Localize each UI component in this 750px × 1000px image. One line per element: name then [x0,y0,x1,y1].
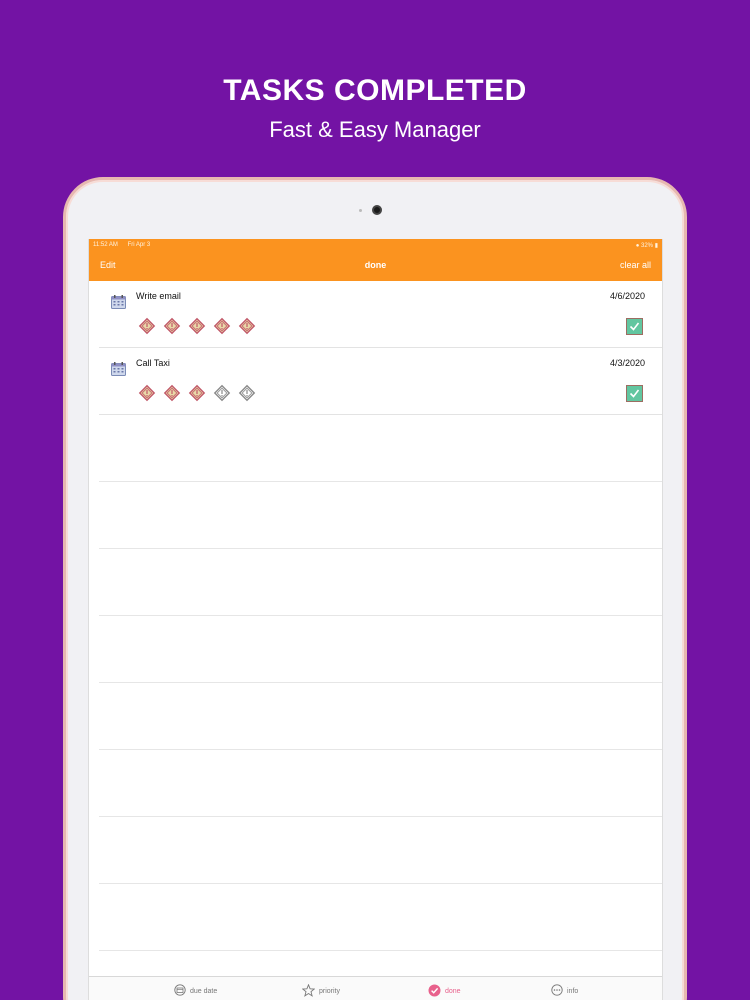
status-bar: 11:52 AM Fri Apr 3 ● 32% ▮ [93,242,658,252]
priority-diamond-filled-icon[interactable] [188,384,206,402]
task-list: Write email 4/6/2020 Call Taxi 4/3/2020 [89,281,662,415]
tab-label: info [567,987,579,995]
tab-label: due date [190,987,218,995]
task-title: Write email [136,291,181,301]
check-badge-icon [428,984,441,999]
empty-row [99,750,662,817]
sensor-dot [359,209,362,212]
tab-info[interactable]: info [551,984,578,998]
wifi-icon: ● [635,243,640,249]
tab-priority[interactable]: priority [301,983,341,999]
calendar-icon [111,295,126,309]
empty-row [99,616,662,683]
camera [372,205,382,215]
done-checkbox[interactable] [626,385,643,402]
status-time: 11:52 AM [93,242,118,248]
nav-bar: 11:52 AM Fri Apr 3 ● 32% ▮ Edit done cle… [89,239,662,281]
app-screen: 11:52 AM Fri Apr 3 ● 32% ▮ Edit done cle… [88,239,663,1000]
tab-label: done [445,988,461,995]
battery-icon: ▮ [654,243,658,249]
tab-done[interactable]: done [428,984,461,999]
priority-diamond-filled-icon[interactable] [238,317,256,335]
empty-row [99,817,662,884]
priority-diamond-empty-icon[interactable] [213,384,231,402]
task-date: 4/3/2020 [609,358,645,368]
priority-diamond-empty-icon[interactable] [238,384,256,402]
priority-diamond-filled-icon[interactable] [138,384,156,402]
promo-title: TASKS COMPLETED [223,74,527,107]
tab-bar: due date priority done info [89,976,662,1000]
priority-diamond-filled-icon[interactable] [163,317,181,335]
priority-diamond-filled-icon[interactable] [138,317,156,335]
done-checkbox[interactable] [626,318,643,335]
empty-rows [89,415,662,951]
empty-row [99,415,662,482]
tab-label: priority [319,988,341,995]
task-title: Call Taxi [136,358,170,368]
priority-rating[interactable] [138,384,256,402]
priority-rating[interactable] [138,317,256,335]
star-icon [301,983,316,999]
task-row[interactable]: Write email 4/6/2020 [99,281,662,348]
calendar-circle-icon [174,984,186,998]
tab-due-date[interactable]: due date [174,984,217,998]
calendar-icon [111,362,126,376]
clear-all-button[interactable]: clear all [620,260,651,270]
empty-row [99,482,662,549]
priority-diamond-filled-icon[interactable] [163,384,181,402]
task-date: 4/6/2020 [609,291,645,301]
priority-diamond-filled-icon[interactable] [213,317,231,335]
empty-row [99,683,662,750]
status-date: Fri Apr 3 [127,242,151,248]
priority-diamond-filled-icon[interactable] [188,317,206,335]
nav-title: done [364,260,387,270]
task-row[interactable]: Call Taxi 4/3/2020 [99,348,662,415]
promo-subtitle: Fast & Easy Manager [269,117,481,142]
more-circle-icon [551,984,563,998]
empty-row [99,549,662,616]
empty-row [99,884,662,951]
battery-percent: 32% [641,243,654,249]
